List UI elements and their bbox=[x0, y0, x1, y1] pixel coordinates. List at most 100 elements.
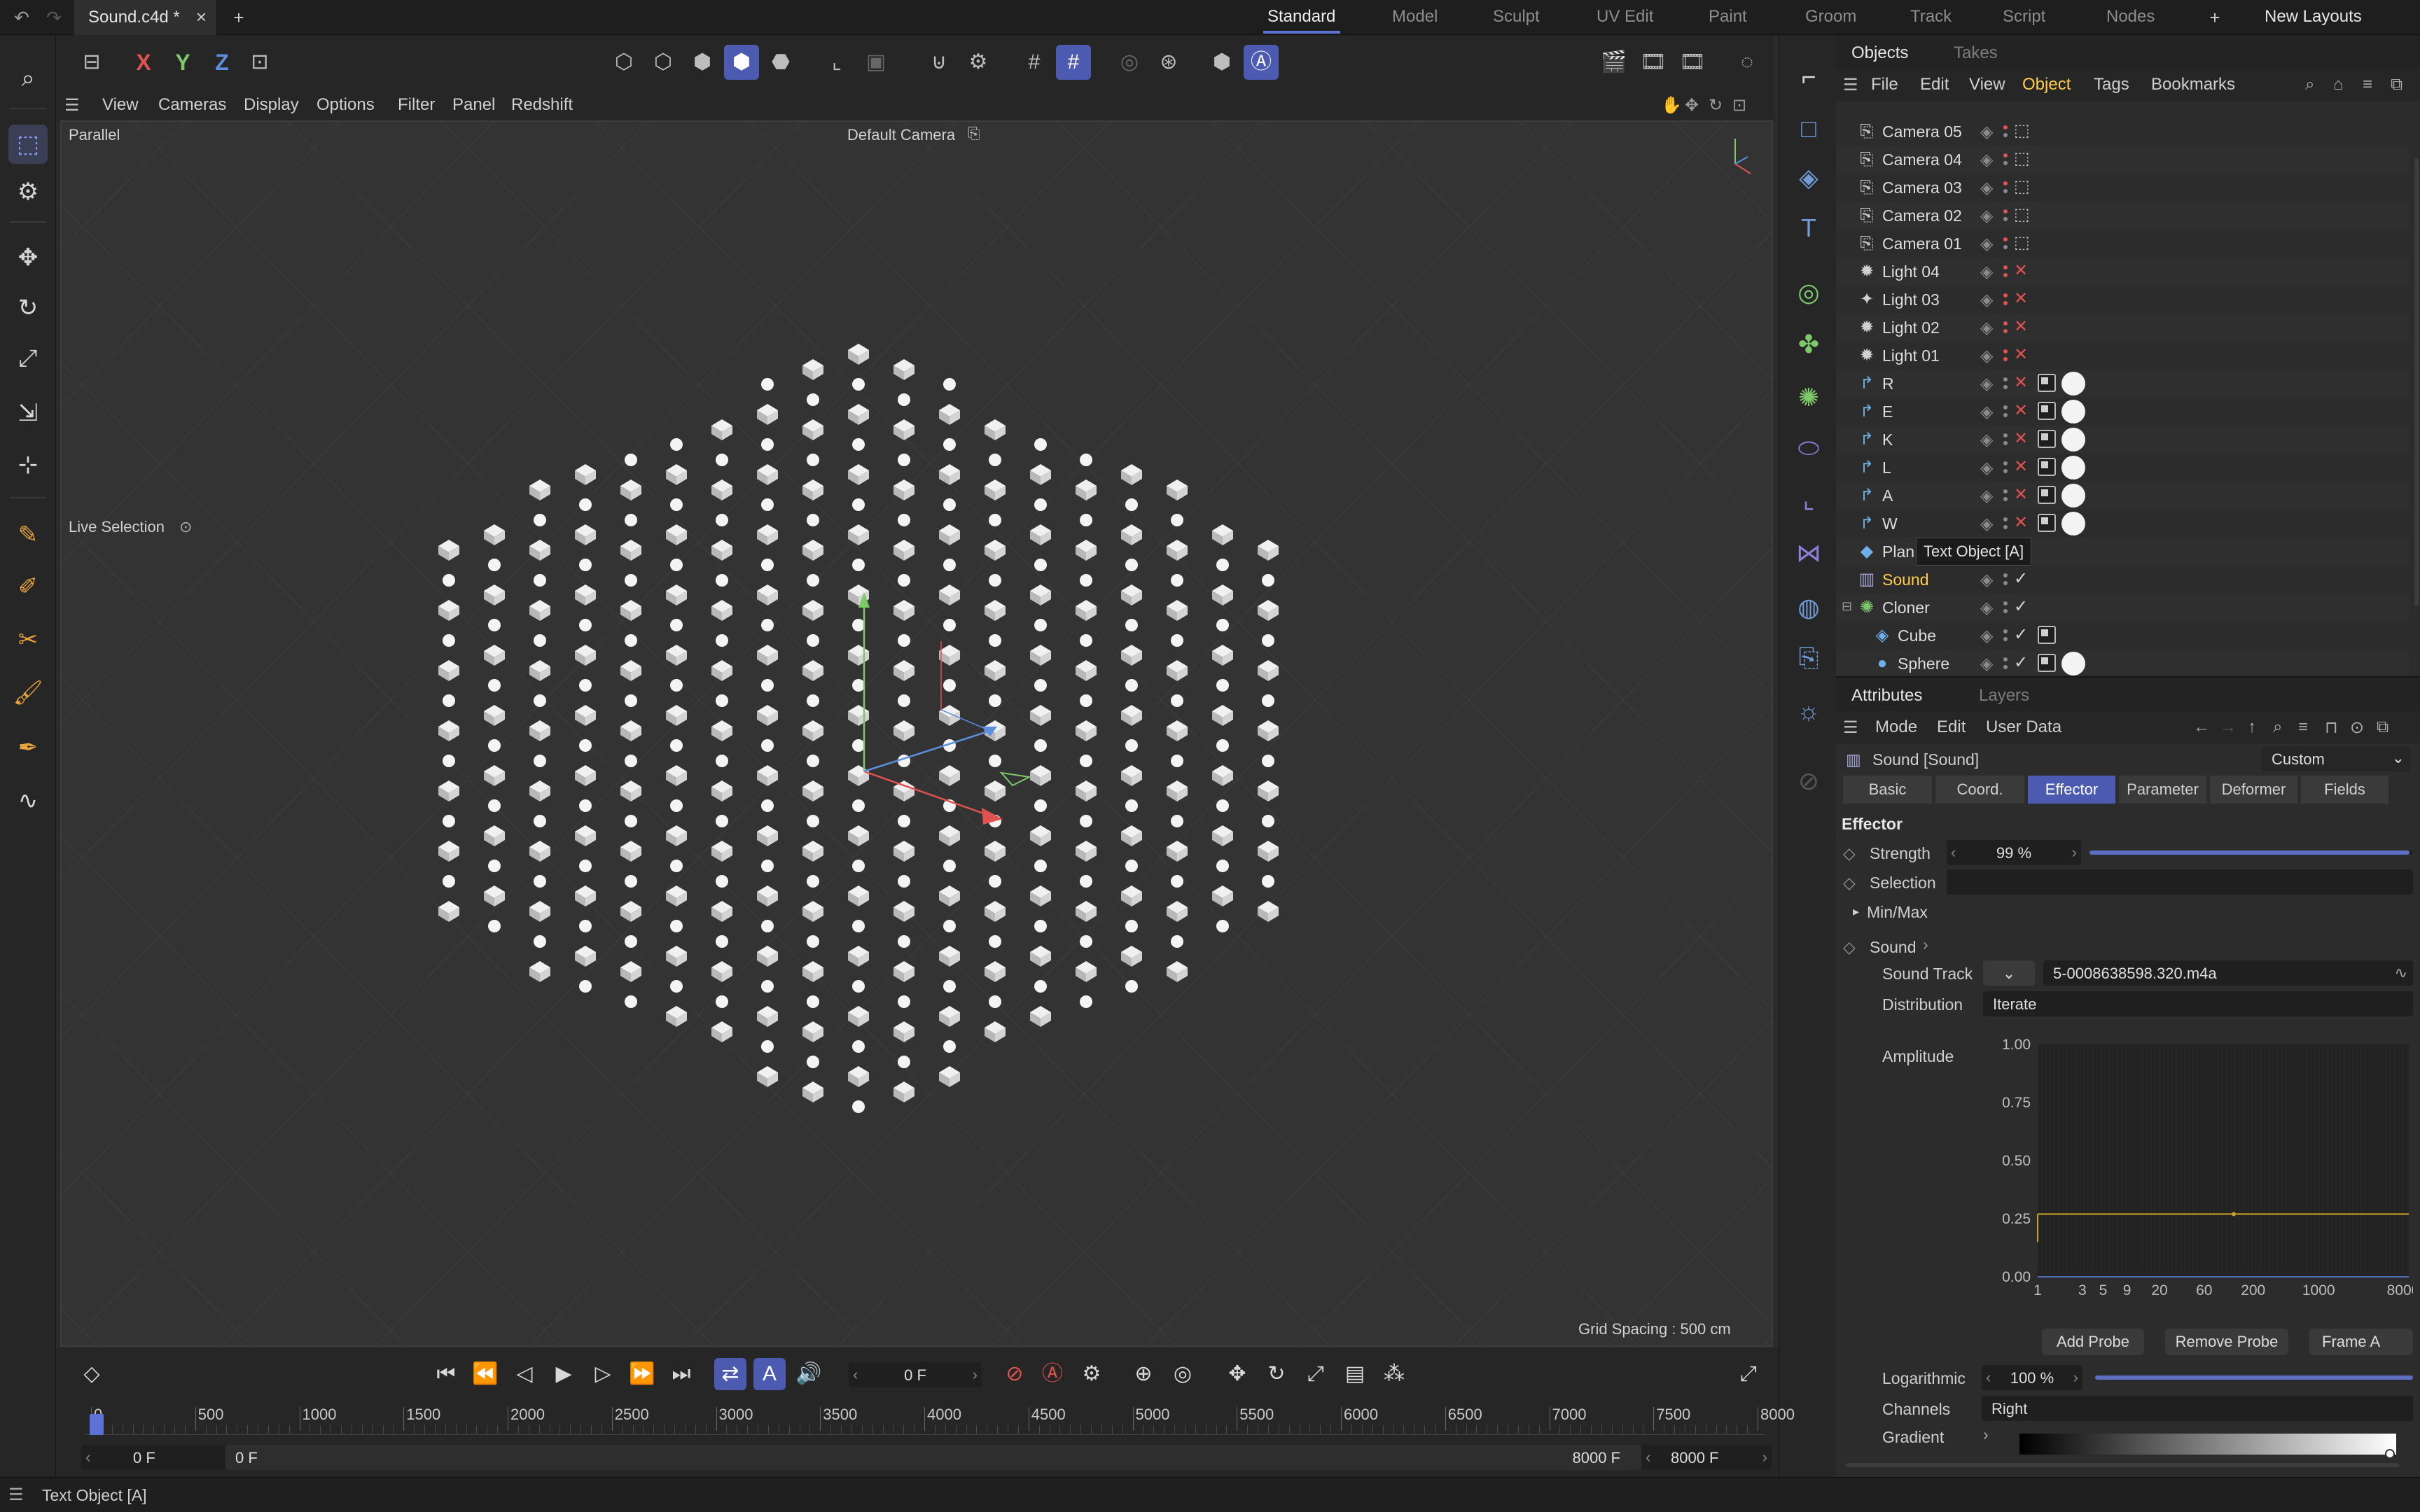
go-to-start-icon[interactable]: ⏮ bbox=[430, 1358, 462, 1390]
chevron-right-icon[interactable]: › bbox=[1983, 1425, 1989, 1444]
enable-toggle-icon[interactable]: ⬚ bbox=[2014, 176, 2030, 197]
subtab-deformer[interactable]: Deformer bbox=[2210, 776, 2298, 804]
transform-icon[interactable]: ⇲ bbox=[8, 393, 48, 433]
enable-toggle-icon[interactable]: ✕ bbox=[2014, 372, 2028, 393]
document-tab[interactable]: Sound.c4d * × bbox=[74, 0, 217, 35]
object-name[interactable]: K bbox=[1882, 430, 1893, 449]
enable-toggle-icon[interactable]: ⬚ bbox=[2014, 148, 2030, 169]
new-layouts-menu[interactable]: New Layouts bbox=[2265, 7, 2362, 27]
phong-tag-icon[interactable] bbox=[2038, 626, 2056, 644]
enable-toggle-icon[interactable]: ⬚ bbox=[2014, 204, 2030, 225]
start-frame-field[interactable]: ‹ 0 F › bbox=[81, 1445, 234, 1470]
horizontal-scrollbar[interactable] bbox=[1846, 1463, 2399, 1467]
gizmo-x-handle[interactable] bbox=[863, 770, 992, 818]
vertical-scrollbar[interactable] bbox=[2414, 158, 2419, 606]
render-visibility-dot[interactable] bbox=[2003, 189, 2008, 193]
phong-tag-icon[interactable] bbox=[2038, 654, 2056, 672]
viewport-menu-display[interactable]: Display bbox=[244, 95, 299, 115]
render-visibility-dot[interactable] bbox=[2003, 329, 2008, 333]
chevron-left-icon[interactable]: ‹ bbox=[1646, 1448, 1650, 1466]
strength-field[interactable]: ‹ 99 % › bbox=[1947, 840, 2081, 865]
render-view-icon[interactable]: 🎬 bbox=[1597, 45, 1632, 80]
layer-icon[interactable]: ◈ bbox=[1980, 598, 1993, 618]
layer-icon[interactable]: ◈ bbox=[1980, 402, 1993, 422]
enable-toggle-icon[interactable]: ✓ bbox=[2014, 596, 2028, 617]
object-row-camera-05[interactable]: ⎘ Camera 05 ◈ ⬚ bbox=[1836, 118, 2409, 146]
visibility-dots[interactable] bbox=[2001, 512, 2008, 533]
undo-icon[interactable]: ↶ bbox=[11, 7, 32, 28]
strength-slider[interactable] bbox=[2089, 850, 2413, 855]
visibility-dots[interactable] bbox=[2001, 624, 2008, 645]
spline-pen-palette-icon[interactable]: ⌐ bbox=[1789, 57, 1828, 97]
visibility-dots[interactable] bbox=[2001, 428, 2008, 449]
objects-menu-file[interactable]: File bbox=[1871, 75, 1898, 94]
subtab-parameter[interactable]: Parameter bbox=[2119, 776, 2207, 804]
attr-menu-user-data[interactable]: User Data bbox=[1986, 718, 2061, 737]
keyframe-diamond-icon[interactable]: ◇ bbox=[1843, 844, 1856, 863]
previous-key-icon[interactable]: ⏪ bbox=[469, 1358, 501, 1390]
timeline-ruler[interactable]: 0500100015002000250030003500400045005000… bbox=[84, 1406, 1795, 1435]
layer-icon[interactable]: ◈ bbox=[1980, 150, 1993, 170]
material-tag-icon[interactable] bbox=[2061, 484, 2085, 507]
viewport-menu-filter[interactable]: Filter bbox=[398, 95, 435, 115]
camera-label[interactable]: Default Camera bbox=[847, 126, 955, 144]
go-to-end-icon[interactable]: ⏭ bbox=[665, 1358, 697, 1390]
playhead[interactable] bbox=[90, 1414, 104, 1435]
workspace-tab-paint[interactable]: Paint bbox=[1709, 7, 1747, 27]
tab-layers[interactable]: Layers bbox=[1979, 686, 2029, 706]
cube-object-icon[interactable]: ◈ bbox=[1789, 158, 1828, 197]
3d-viewport[interactable]: Parallel Default Camera ⎘ Live Selection… bbox=[60, 120, 1773, 1347]
chevron-right-icon[interactable]: › bbox=[1923, 935, 1928, 954]
object-row-camera-04[interactable]: ⎘ Camera 04 ◈ ⬚ bbox=[1836, 146, 2409, 174]
object-name[interactable]: L bbox=[1882, 458, 1891, 477]
back-arrow-icon[interactable]: ← bbox=[2193, 718, 2210, 737]
object-row-a[interactable]: ↱ A ◈ ✕ bbox=[1836, 482, 2409, 510]
editor-visibility-dot[interactable] bbox=[2003, 657, 2008, 662]
attr-menu-edit[interactable]: Edit bbox=[1937, 718, 1966, 737]
phong-tag-icon[interactable] bbox=[2038, 486, 2056, 504]
visibility-dots[interactable] bbox=[2001, 176, 2008, 197]
keyframe-diamond-icon[interactable]: ◇ bbox=[76, 1358, 108, 1390]
object-row-k[interactable]: ↱ K ◈ ✕ bbox=[1836, 426, 2409, 454]
record-point-level-icon[interactable]: ⁂ bbox=[1378, 1358, 1410, 1390]
end-frame-field[interactable]: ‹ 8000 F › bbox=[1641, 1445, 1772, 1470]
polygons-mode-icon[interactable]: ⬢ bbox=[685, 45, 720, 80]
record-icon[interactable]: ⊘ bbox=[999, 1358, 1031, 1390]
material-tag-icon[interactable] bbox=[2061, 372, 2085, 396]
subtab-fields[interactable]: Fields bbox=[2301, 776, 2389, 804]
object-name[interactable]: W bbox=[1882, 514, 1898, 533]
search-icon[interactable]: ⌕ bbox=[2273, 718, 2282, 737]
render-visibility-dot[interactable] bbox=[2003, 665, 2008, 669]
tab-attributes[interactable]: Attributes bbox=[1851, 686, 1922, 706]
light-palette-icon[interactable]: ☼ bbox=[1789, 692, 1828, 731]
visibility-dots[interactable] bbox=[2001, 372, 2008, 393]
logarithmic-field[interactable]: ‹ 100 % › bbox=[1982, 1365, 2082, 1390]
object-row-light-04[interactable]: ✹ Light 04 ◈ ✕ bbox=[1836, 258, 2409, 286]
layer-icon[interactable]: ◈ bbox=[1980, 290, 1993, 310]
playback-rate-icon[interactable]: A bbox=[753, 1358, 786, 1390]
object-name[interactable]: Light 04 bbox=[1882, 262, 1940, 281]
layer-icon[interactable]: ◈ bbox=[1980, 206, 1993, 226]
expand-triangle-icon[interactable]: ▸ bbox=[1853, 904, 1859, 919]
chevron-right-icon[interactable]: › bbox=[2073, 1368, 2078, 1387]
viewport-menu-options[interactable]: Options bbox=[317, 95, 375, 115]
viewport-menu-icon[interactable]: ☰ bbox=[64, 95, 80, 115]
rotate-icon[interactable]: ↻ bbox=[8, 288, 48, 328]
editor-visibility-dot[interactable] bbox=[2003, 489, 2008, 493]
edges-mode-icon[interactable]: ⬡ bbox=[646, 45, 681, 80]
objects-menu-object[interactable]: Object bbox=[2022, 75, 2071, 94]
timeline-expand-icon[interactable]: ⤢ bbox=[1732, 1358, 1765, 1390]
chevron-right-icon[interactable]: › bbox=[2072, 844, 2077, 862]
workspace-tab-sculpt[interactable]: Sculpt bbox=[1493, 7, 1540, 27]
filter-icon[interactable]: ≡ bbox=[2363, 75, 2372, 94]
layer-icon[interactable]: ◈ bbox=[1980, 122, 1993, 142]
add-tab-icon[interactable]: + bbox=[228, 7, 249, 28]
object-name[interactable]: R bbox=[1882, 374, 1894, 393]
editor-visibility-dot[interactable] bbox=[2003, 349, 2008, 354]
move-view-icon[interactable]: ✥ bbox=[1685, 95, 1699, 115]
maximize-view-icon[interactable]: ⊡ bbox=[1732, 95, 1746, 115]
render-visibility-dot[interactable] bbox=[2003, 413, 2008, 417]
layer-icon[interactable]: ◈ bbox=[1980, 626, 1993, 646]
minmax-group[interactable]: Min/Max bbox=[1867, 903, 1928, 922]
animate-icon[interactable]: Ⓐ bbox=[1244, 45, 1279, 80]
